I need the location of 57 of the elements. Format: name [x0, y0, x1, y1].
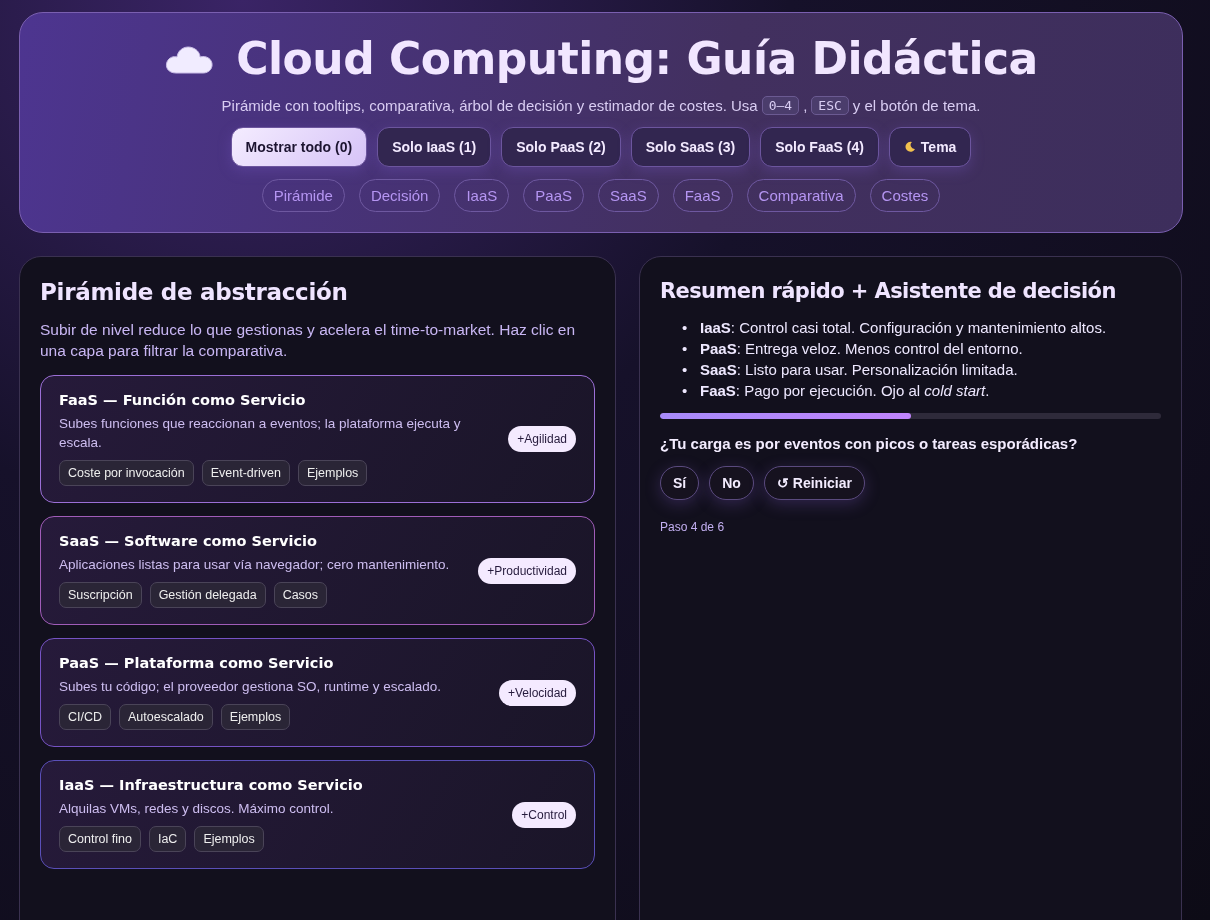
tag-chip[interactable]: Coste por invocación [59, 460, 194, 486]
summary-point: IaaS: Control casi total. Configuración y mantenimiento altos. [700, 318, 1107, 338]
layer-title: PaaS — Plataforma como Servicio [59, 655, 335, 671]
bullet-marker: • [682, 360, 689, 380]
tag-chip[interactable]: Ejemplos [220, 704, 291, 730]
moon-icon [903, 141, 916, 153]
filter-button[interactable]: Solo IaaS (1) [377, 127, 492, 167]
bullet-marker: • [682, 318, 689, 338]
tag-chip[interactable]: Gestión delegada [149, 582, 266, 608]
bullet-marker: • [682, 381, 689, 401]
question-text: ¿Tu carga es por eventos con picos o tareas esporádicas? [660, 435, 1079, 452]
tag-chip[interactable]: CI/CD [59, 704, 112, 730]
benefit-badge: +Agilidad [508, 426, 576, 452]
summary-point: SaaS: Listo para usar. Personalización limitada. [700, 360, 1018, 380]
layer-description: Subes funciones que reaccionan a eventos; la plataforma ejecuta y escala. [59, 415, 462, 452]
layer-card[interactable]: IaaS — Infraestructura como Servicio Alquilas VMs, redes y discos. Máximo control. Control fino IaC Ejemplos +Control [40, 760, 595, 869]
benefit-badge: +Productividad [478, 557, 576, 584]
layer-card[interactable]: SaaS — Software como Servicio Aplicaciones listas para usar vía navegador; cero mantenimiento. Suscripción Gestión delegada Casos +Productividad [40, 516, 595, 625]
filter-button[interactable]: Solo FaaS (4) [760, 127, 879, 167]
page-title: Cloud Computing: Guía Didáctica [236, 33, 1038, 84]
intro-text: Subir de nivel reduce lo que gestionas y acelera el time-to-market. Haz clic en una capa para filtrar la comparativa. [40, 320, 576, 361]
layer-title: FaaS — Función como Servicio [59, 392, 307, 408]
tag-chip[interactable]: IaC [148, 826, 187, 852]
section-title: Resumen rápido + Asistente de decisión [660, 279, 1117, 303]
comma-text: , [803, 97, 808, 114]
tag-chip[interactable]: Control fino [59, 826, 141, 852]
tag-chip[interactable]: Casos [273, 582, 328, 608]
theme-button[interactable]: Tema [888, 127, 972, 167]
layer-card[interactable]: FaaS — Función como Servicio Subes funciones que reaccionan a eventos; la plataforma ejecuta y escala. Coste por invocación Event-driven Ejemplos +Agilidad [40, 375, 595, 503]
summary-point: PaaS: Entrega veloz. Menos control del entorno. [700, 339, 1023, 359]
benefit-badge: +Velocidad [498, 679, 576, 706]
layer-description: Subes tu código; el proveedor gestiona SO, runtime y escalado. [59, 678, 442, 696]
tag-chip[interactable]: Suscripción [59, 582, 142, 608]
layer-card[interactable]: PaaS — Plataforma como Servicio Subes tu código; el proveedor gestiona SO, runtime y escalado. CI/CD Autoescalado Ejemplos +Velocidad [40, 638, 595, 747]
tag-chip[interactable]: Autoescalado [119, 704, 213, 730]
benefit-badge: +Control [512, 801, 576, 828]
filter-button[interactable]: Solo PaaS (2) [501, 127, 621, 167]
tag-chip[interactable]: Ejemplos [194, 826, 264, 852]
step-text: Paso 4 de 6 [660, 520, 726, 534]
filter-button[interactable]: Mostrar todo (0) [230, 127, 368, 167]
answer-button[interactable]: Sí [660, 466, 700, 500]
summary-point: FaaS: Pago por ejecución. Ojo al cold start. [700, 381, 990, 401]
filter-button[interactable]: Solo SaaS (3) [630, 127, 751, 167]
layer-description: Aplicaciones listas para usar vía navegador; cero mantenimiento. [59, 556, 451, 574]
section-title: Pirámide de abstracción [40, 279, 349, 305]
layer-title: SaaS — Software como Servicio [59, 533, 318, 549]
subtitle-text: y el botón de tema. [852, 97, 981, 114]
layer-description: Alquilas VMs, redes y discos. Máximo control. [59, 800, 335, 818]
tag-chip[interactable]: Ejemplos [297, 460, 368, 486]
answer-button[interactable]: No [709, 466, 754, 500]
tag-chip[interactable]: Event-driven [201, 460, 290, 486]
key-hint: 0–4 [761, 96, 800, 115]
subtitle-text: Pirámide con tooltips, comparativa, árbol de decisión y estimador de costes. Usa [221, 97, 758, 114]
layer-title: IaaS — Infraestructura como Servicio [59, 777, 364, 793]
key-hint: ESC [811, 96, 849, 115]
answer-button[interactable]: ↺ Reiniciar [763, 466, 865, 500]
bullet-marker: • [682, 339, 689, 359]
